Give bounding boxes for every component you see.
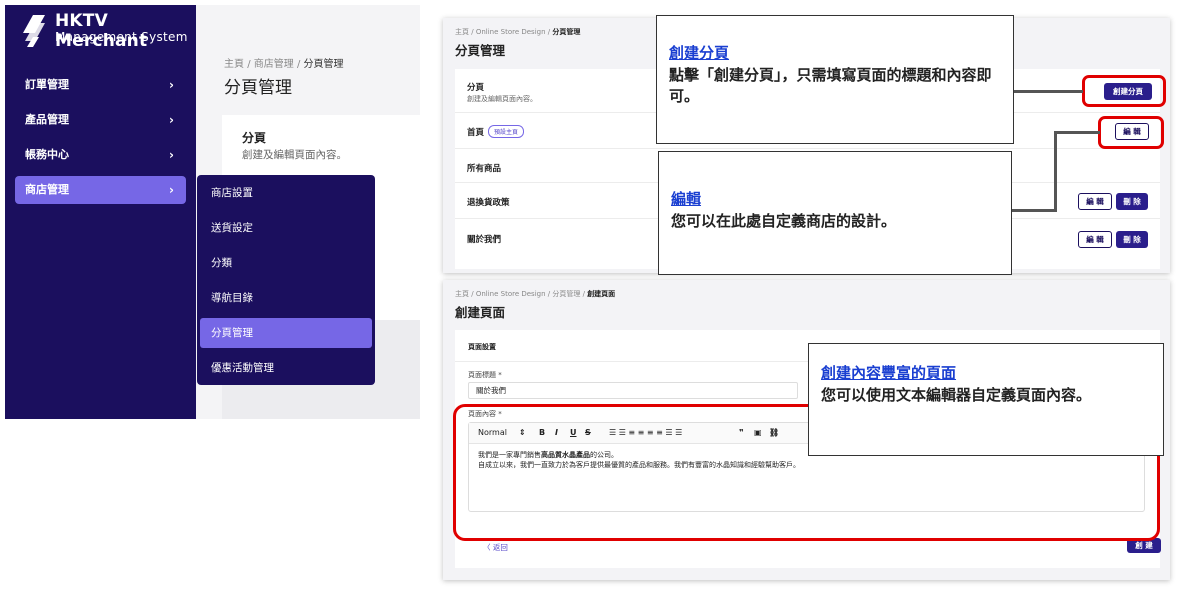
breadcrumb: 主頁 / Online Store Design / 分頁管理 [455, 27, 580, 37]
page-name: 關於我們 [467, 235, 502, 245]
page-name: 退換貨政策 [467, 198, 510, 208]
back-link[interactable]: 〈 返回 [483, 542, 508, 553]
callout-create-page: 創建分頁 點擊「創建分頁」，只需填寫頁面的標題和內容即可。 [656, 15, 1014, 144]
breadcrumb-home[interactable]: 主頁 [455, 28, 469, 36]
sidebar-item-label: 產品管理 [25, 113, 69, 126]
breadcrumb-separator: / [471, 290, 474, 298]
edit-button[interactable]: 編 輯 [1078, 193, 1112, 210]
sidebar-item-label: 訂單管理 [25, 78, 69, 91]
store-submenu: 商店設置 送貨設定 分類 導航目錄 分頁管理 優惠活動管理 [197, 175, 375, 385]
sidebar-item-store[interactable]: 商店管理 › [15, 176, 186, 204]
sidebar-item-label: 商店管理 [25, 183, 69, 196]
callout-rich-content: 創建內容豐富的頁面 您可以使用文本編輯器自定義頁面內容。 [808, 343, 1164, 456]
card-subtitle: 創建及編輯頁面內容。 [242, 149, 347, 161]
breadcrumb-online-store[interactable]: Online Store Design [476, 290, 546, 298]
page-title: 創建頁面 [455, 305, 506, 320]
breadcrumb: 主頁 / Online Store Design / 分頁管理 / 創建頁面 [455, 289, 615, 299]
delete-button[interactable]: 刪 除 [1116, 193, 1148, 210]
edit-button[interactable]: 編 輯 [1078, 231, 1112, 248]
page-title-input[interactable]: 關於我們 [468, 382, 798, 399]
page-title-label: 頁面標題 * [468, 371, 502, 379]
page-title: 分頁管理 [224, 78, 292, 98]
page-title: 分頁管理 [455, 43, 506, 58]
chevron-right-icon: › [169, 78, 174, 92]
card-title: 分頁 [242, 131, 267, 145]
submenu-item-categories[interactable]: 分類 [200, 248, 372, 278]
default-homepage-badge: 預設主頁 [488, 125, 525, 138]
callout-title: 創建分頁 [669, 44, 730, 62]
chevron-right-icon: › [169, 113, 174, 127]
breadcrumb-separator: / [582, 290, 585, 298]
delete-button[interactable]: 刪 除 [1116, 231, 1148, 248]
section-title: 頁面設置 [468, 343, 496, 351]
breadcrumb-separator: / [247, 59, 251, 70]
hktv-logo-icon [23, 15, 45, 47]
breadcrumb-online-store[interactable]: Online Store Design [476, 28, 546, 36]
sidebar: HKTV Merchant Management System 訂單管理 › 產… [5, 5, 196, 419]
submenu-item-store-settings[interactable]: 商店設置 [200, 178, 372, 208]
list-item-label: 首頁 預設主頁 [467, 125, 525, 138]
brand-subtitle: Management System [55, 30, 188, 44]
breadcrumb-home[interactable]: 主頁 [224, 59, 244, 70]
connector-line [1013, 90, 1083, 93]
submenu-item-navigation[interactable]: 導航目錄 [200, 283, 372, 313]
callout-title: 編輯 [671, 190, 702, 208]
sidebar-item-products[interactable]: 產品管理 › [15, 106, 186, 134]
sidebar-item-accounts[interactable]: 帳務中心 › [15, 141, 186, 169]
page-name: 所有商品 [467, 164, 502, 174]
connector-line [1054, 131, 1100, 134]
chevron-right-icon: › [169, 148, 174, 162]
chevron-right-icon: › [169, 183, 174, 197]
list-header-label: 分頁 [467, 83, 485, 93]
sidebar-item-label: 帳務中心 [25, 148, 69, 161]
submenu-item-pages[interactable]: 分頁管理 [200, 318, 372, 348]
breadcrumb-current: 分頁管理 [552, 28, 581, 36]
list-header-subtitle: 創建及編輯頁面內容。 [467, 95, 537, 103]
breadcrumb-current: 創建頁面 [587, 290, 616, 298]
connector-line [1054, 131, 1057, 212]
breadcrumb-separator: / [547, 28, 551, 36]
submenu-item-promotions[interactable]: 優惠活動管理 [200, 353, 372, 383]
breadcrumb-separator: / [471, 28, 474, 36]
breadcrumb-current: 分頁管理 [303, 59, 344, 70]
callout-title: 創建內容豐富的頁面 [821, 364, 957, 382]
breadcrumb-store[interactable]: 商店管理 [254, 59, 294, 70]
submenu-item-shipping[interactable]: 送貨設定 [200, 213, 372, 243]
callout-edit: 編輯 您可以在此處自定義商店的設計。 [658, 151, 1012, 275]
edit-button-highlight [1098, 116, 1164, 149]
breadcrumb-pages[interactable]: 分頁管理 [552, 290, 580, 298]
connector-line [1012, 209, 1057, 212]
callout-body: 您可以使用文本編輯器自定義頁面內容。 [821, 386, 1092, 404]
breadcrumb-home[interactable]: 主頁 [455, 290, 469, 298]
breadcrumb-separator: / [296, 59, 301, 70]
create-button-highlight [1082, 75, 1166, 107]
callout-body: 點擊「創建分頁」，只需填寫頁面的標題和內容即可。 [669, 66, 992, 105]
breadcrumb: 主頁 / 商店管理 / 分頁管理 [224, 55, 344, 70]
sidebar-item-orders[interactable]: 訂單管理 › [15, 71, 186, 99]
page-name: 首頁 [467, 128, 485, 138]
callout-body: 您可以在此處自定義商店的設計。 [671, 212, 897, 230]
breadcrumb-separator: / [547, 290, 551, 298]
